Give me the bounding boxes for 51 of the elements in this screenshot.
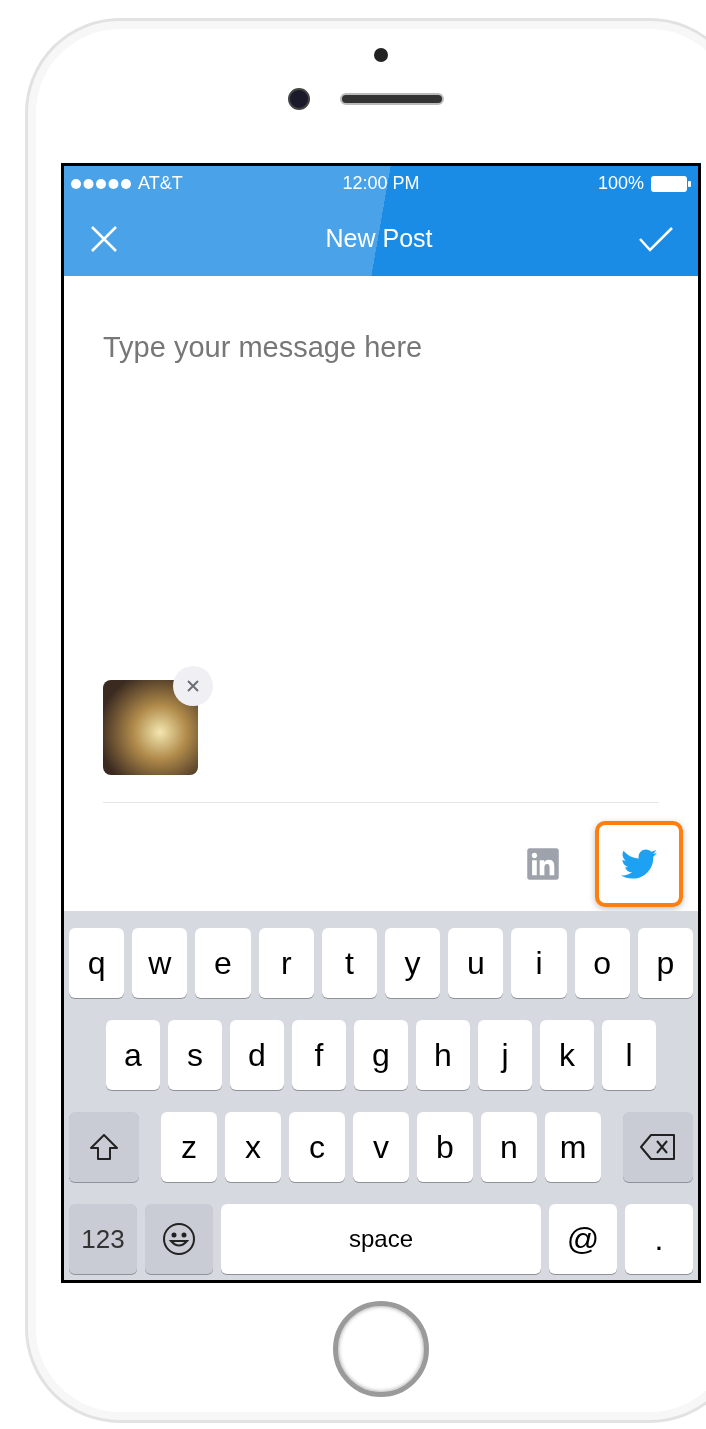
key[interactable]: @: [549, 1204, 617, 1274]
key[interactable]: a: [106, 1020, 160, 1090]
key[interactable]: f: [292, 1020, 346, 1090]
close-icon: [89, 223, 119, 254]
message-field[interactable]: Type your message here: [103, 326, 659, 666]
key[interactable]: g: [354, 1020, 408, 1090]
key[interactable]: w: [132, 928, 188, 998]
key[interactable]: c: [289, 1112, 345, 1182]
backspace-icon: [639, 1133, 677, 1161]
twitter-toggle[interactable]: [595, 821, 683, 907]
key[interactable]: t: [321, 928, 377, 998]
bird-icon: [621, 846, 657, 882]
checkmark-icon: [638, 224, 674, 253]
screen-title: New Post: [325, 222, 433, 254]
remove-photo-button[interactable]: [173, 666, 213, 706]
clock-time: 12:00 PM: [341, 172, 421, 195]
key[interactable]: x: [225, 1112, 281, 1182]
smiley-icon: [162, 1222, 196, 1256]
carrier-name: AT&T: [138, 172, 183, 195]
camera-lens: [288, 88, 310, 110]
key[interactable]: e: [195, 928, 251, 998]
key[interactable]: b: [417, 1112, 473, 1182]
space-key[interactable]: space: [221, 1204, 541, 1274]
key[interactable]: d: [230, 1020, 284, 1090]
delete-key[interactable]: [623, 1112, 693, 1182]
key[interactable]: n: [481, 1112, 537, 1182]
numbers-key[interactable]: 123: [69, 1204, 137, 1274]
emoji-key[interactable]: [145, 1204, 213, 1274]
shift-key[interactable]: [69, 1112, 139, 1182]
linkedin-icon: [525, 846, 561, 882]
battery-icon: [650, 174, 692, 193]
key[interactable]: q: [69, 928, 125, 998]
key[interactable]: z: [161, 1112, 217, 1182]
key[interactable]: j: [478, 1020, 532, 1090]
key[interactable]: .: [625, 1204, 693, 1274]
key[interactable]: v: [353, 1112, 409, 1182]
key[interactable]: y: [385, 928, 441, 998]
key[interactable]: o: [574, 928, 630, 998]
key[interactable]: s: [168, 1020, 222, 1090]
signal-icon: [70, 177, 132, 190]
shift-icon: [89, 1133, 119, 1161]
key[interactable]: k: [540, 1020, 594, 1090]
key[interactable]: p: [637, 928, 694, 998]
key[interactable]: r: [258, 928, 314, 998]
key[interactable]: u: [448, 928, 504, 998]
close-icon: [186, 679, 200, 693]
battery-percent: 100%: [597, 172, 644, 195]
key[interactable]: i: [511, 928, 567, 998]
key[interactable]: m: [545, 1112, 601, 1182]
key[interactable]: l: [602, 1020, 656, 1090]
key[interactable]: h: [416, 1020, 470, 1090]
